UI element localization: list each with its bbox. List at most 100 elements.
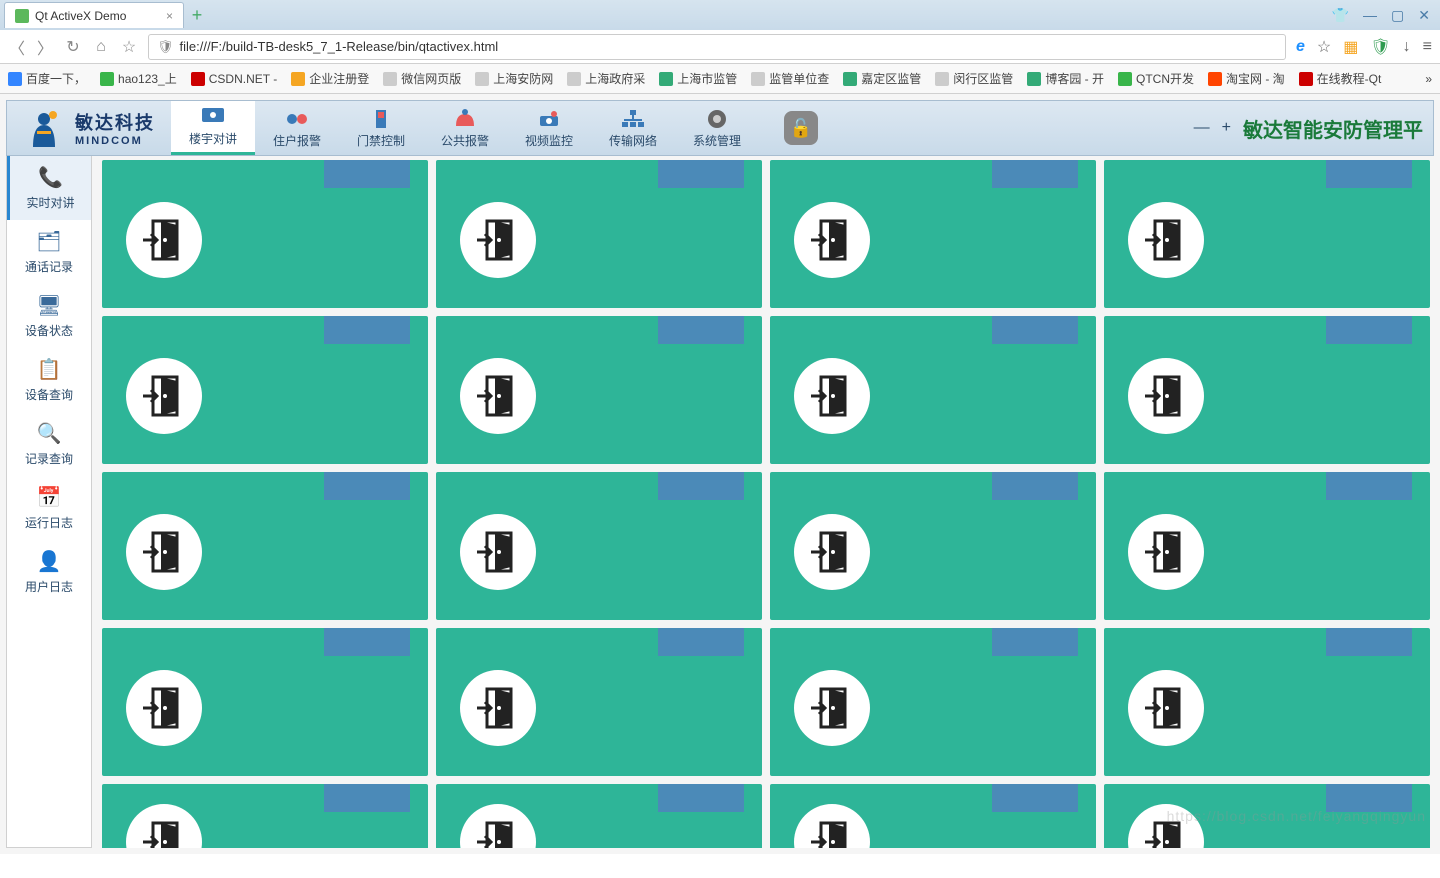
door-card[interactable] [1104, 160, 1430, 308]
top-tab-icon [620, 108, 646, 130]
door-icon [794, 514, 870, 590]
card-grid [92, 156, 1434, 848]
sidebar-label: 设备状态 [25, 322, 73, 339]
door-card[interactable] [436, 784, 762, 848]
bookmark-favicon [383, 72, 397, 86]
door-card[interactable] [770, 472, 1096, 620]
bookmark-favicon [100, 72, 114, 86]
bookmark-label: 企业注册登 [309, 70, 369, 87]
sidebar-item-1[interactable]: 🗂通话记录 [7, 220, 91, 284]
sidebar-icon: 📋 [37, 357, 62, 382]
card-tab [1326, 784, 1412, 812]
bookmark-item[interactable]: 企业注册登 [291, 70, 369, 87]
apps-icon[interactable]: ▦ [1343, 37, 1358, 57]
sidebar-icon: 📞 [38, 165, 63, 190]
bookmark-item[interactable]: 嘉定区监管 [843, 70, 921, 87]
door-card[interactable] [102, 628, 428, 776]
door-icon [1128, 804, 1204, 848]
door-icon [126, 670, 202, 746]
door-card[interactable] [436, 316, 762, 464]
tab-close-icon[interactable]: × [166, 9, 173, 23]
card-tab [324, 628, 410, 656]
bookmark-item[interactable]: 上海市监管 [659, 70, 737, 87]
door-card[interactable] [770, 628, 1096, 776]
card-tab [324, 784, 410, 812]
sidebar-item-2[interactable]: 🖥设备状态 [7, 284, 91, 348]
app-header: 敏达科技 MINDCOM 楼宇对讲住户报警门禁控制公共报警视频监控传输网络系统管… [6, 100, 1434, 156]
top-tab-6[interactable]: 系统管理 [675, 101, 759, 155]
sidebar-item-3[interactable]: 📋设备查询 [7, 348, 91, 412]
door-card[interactable] [1104, 784, 1430, 848]
bookmark-item[interactable]: 微信网页版 [383, 70, 461, 87]
bookmark-item[interactable]: CSDN.NET - [191, 72, 277, 86]
menu-icon[interactable]: ≡ [1423, 38, 1432, 56]
door-card[interactable] [770, 160, 1096, 308]
top-tab-label: 视频监控 [525, 132, 573, 149]
star-icon[interactable]: ☆ [1317, 37, 1331, 57]
adblock-icon[interactable]: 🛡 [1370, 37, 1390, 57]
bookmark-item[interactable]: hao123_上 [100, 70, 177, 87]
top-tab-0[interactable]: 楼宇对讲 [171, 101, 255, 155]
reload-button[interactable]: ↻ [64, 37, 82, 57]
door-card[interactable] [102, 472, 428, 620]
top-tab-4[interactable]: 视频监控 [507, 101, 591, 155]
tshirt-icon[interactable]: 👕 [1332, 7, 1349, 24]
minimize-button[interactable]: — [1363, 7, 1377, 24]
lock-icon[interactable]: 🔓 [784, 111, 818, 145]
door-icon [460, 358, 536, 434]
bookmark-item[interactable]: 闵行区监管 [935, 70, 1013, 87]
download-icon[interactable]: ↓ [1403, 38, 1411, 56]
door-card[interactable] [102, 160, 428, 308]
url-input[interactable]: 🛡 file:///F:/build-TB-desk5_7_1-Release/… [148, 34, 1286, 60]
bookmark-item[interactable]: QTCN开发 [1118, 70, 1194, 87]
bookmark-item[interactable]: 监管单位查 [751, 70, 829, 87]
sidebar-item-5[interactable]: 📅运行日志 [7, 476, 91, 540]
door-card[interactable] [436, 160, 762, 308]
bookmark-item[interactable]: 百度一下， [8, 70, 86, 87]
bookmark-item[interactable]: 淘宝网 - 淘 [1208, 70, 1285, 87]
bookmark-favicon [291, 72, 305, 86]
top-tab-5[interactable]: 传输网络 [591, 101, 675, 155]
top-tab-3[interactable]: 公共报警 [423, 101, 507, 155]
favorite-button[interactable]: ☆ [120, 37, 138, 57]
app-add-button[interactable]: + [1222, 119, 1231, 137]
app-minimize-button[interactable]: — [1194, 119, 1210, 137]
door-card[interactable] [436, 472, 762, 620]
top-tab-2[interactable]: 门禁控制 [339, 101, 423, 155]
bookmark-item[interactable]: 博客园 - 开 [1027, 70, 1104, 87]
forward-button[interactable]: 〉 [36, 35, 54, 59]
browser-chrome: Qt ActiveX Demo × + 👕 — ▢ ✕ 〈 〉 ↻ ⌂ ☆ 🛡 … [0, 0, 1440, 94]
door-card[interactable] [1104, 472, 1430, 620]
door-card[interactable] [770, 784, 1096, 848]
door-card[interactable] [770, 316, 1096, 464]
door-card[interactable] [436, 628, 762, 776]
top-tab-icon [704, 108, 730, 130]
ie-mode-icon[interactable]: e [1296, 38, 1305, 56]
sidebar-item-0[interactable]: 📞实时对讲 [7, 156, 91, 220]
bookmark-item[interactable]: 在线教程-Qt [1299, 70, 1382, 87]
top-tab-icon [536, 108, 562, 130]
bookmark-label: 百度一下， [26, 70, 86, 87]
sidebar-item-6[interactable]: 👤用户日志 [7, 540, 91, 604]
browser-tab[interactable]: Qt ActiveX Demo × [4, 2, 184, 28]
bookmark-item[interactable]: 上海安防网 [475, 70, 553, 87]
card-tab [992, 160, 1078, 188]
top-tab-1[interactable]: 住户报警 [255, 101, 339, 155]
sidebar-item-4[interactable]: 🔍记录查询 [7, 412, 91, 476]
new-tab-button[interactable]: + [184, 4, 210, 26]
bookmark-favicon [191, 72, 205, 86]
close-button[interactable]: ✕ [1418, 7, 1430, 24]
card-tab [658, 784, 744, 812]
app-container: 敏达科技 MINDCOM 楼宇对讲住户报警门禁控制公共报警视频监控传输网络系统管… [0, 94, 1440, 854]
maximize-button[interactable]: ▢ [1391, 7, 1404, 24]
door-card[interactable] [1104, 628, 1430, 776]
door-icon [794, 670, 870, 746]
door-card[interactable] [1104, 316, 1430, 464]
back-button[interactable]: 〈 [8, 35, 26, 59]
home-button[interactable]: ⌂ [92, 38, 110, 56]
door-card[interactable] [102, 316, 428, 464]
bookmarks-overflow[interactable]: » [1425, 72, 1432, 86]
door-card[interactable] [102, 784, 428, 848]
door-icon [126, 358, 202, 434]
bookmark-item[interactable]: 上海政府采 [567, 70, 645, 87]
